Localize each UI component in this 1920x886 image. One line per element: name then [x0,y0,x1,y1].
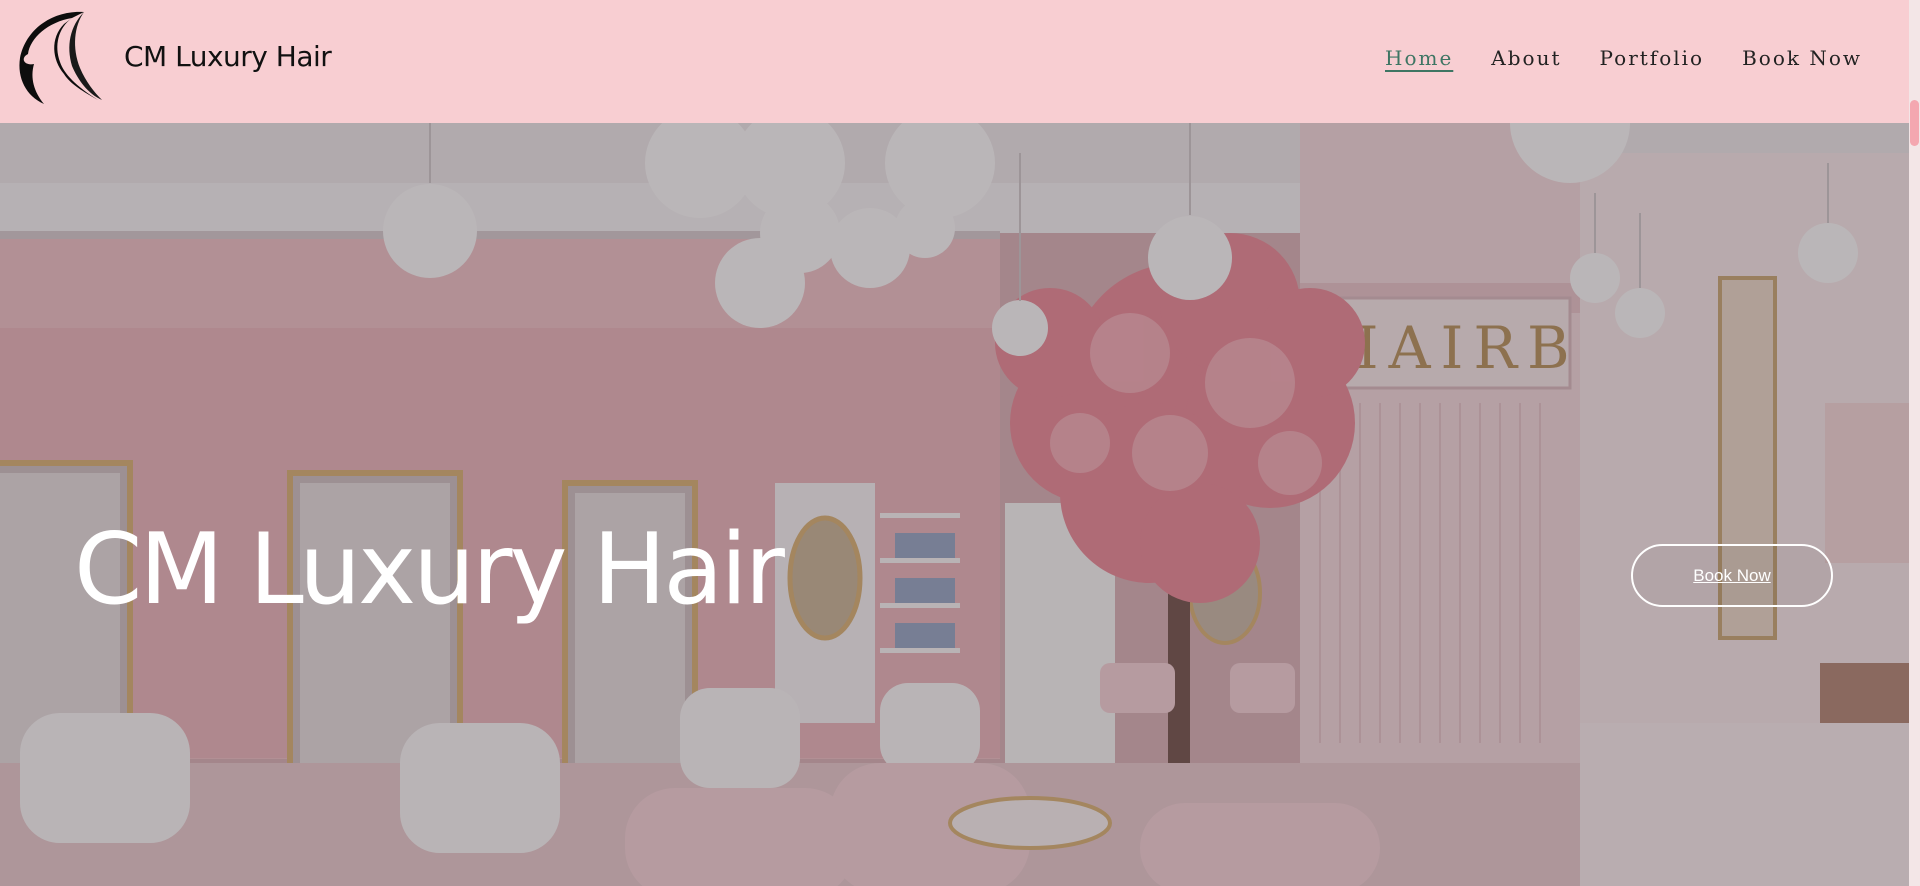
nav-portfolio[interactable]: Portfolio [1600,46,1705,70]
hero-dim-overlay [0,123,1909,886]
brand-name[interactable]: CM Luxury Hair [124,40,332,73]
hero-title: CM Luxury Hair [74,513,785,627]
hero-section: HAIRB CM Luxury Hair Book Now [0,123,1909,886]
woman-profile-silhouette-icon[interactable] [14,8,106,106]
site-header: CM Luxury Hair Home About Portfolio Book… [0,0,1909,123]
main-nav: Home About Portfolio Book Now [1385,46,1862,70]
book-now-button-label: Book Now [1693,565,1771,585]
page-scrollbar[interactable] [1909,0,1920,886]
nav-about[interactable]: About [1491,46,1561,70]
scrollbar-thumb[interactable] [1910,100,1919,146]
book-now-button[interactable]: Book Now [1631,544,1833,607]
nav-home[interactable]: Home [1385,46,1453,70]
nav-book-now[interactable]: Book Now [1742,46,1862,70]
